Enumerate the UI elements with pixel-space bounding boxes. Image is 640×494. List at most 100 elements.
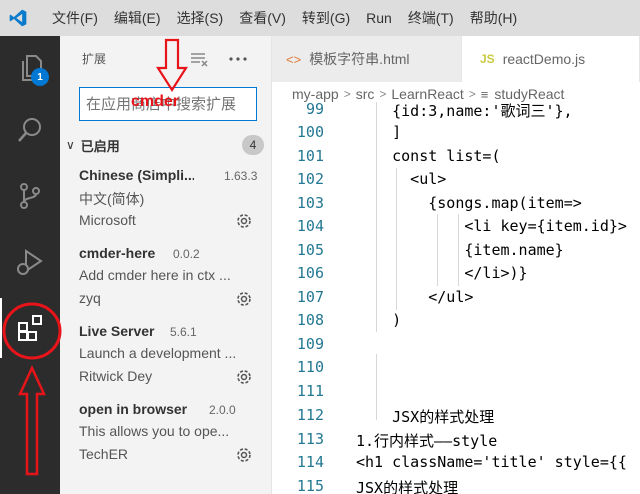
extension-publisher: Microsoft <box>79 212 136 228</box>
tab-reactdemo-js[interactable]: JS reactDemo.js <box>462 36 640 82</box>
gear-icon[interactable] <box>234 289 254 309</box>
run-debug-button[interactable] <box>0 232 60 292</box>
tab-label: 模板字符串.html <box>309 51 410 67</box>
code-line: 105 {item.name} <box>272 241 640 264</box>
code-editor[interactable]: 99 {id:3,name:'歌词三'}, 100 ] 101 const li… <box>272 102 640 494</box>
more-actions-icon[interactable] <box>226 48 250 70</box>
line-number: 113 <box>296 430 324 448</box>
extension-version: 2.0.0 <box>209 403 236 417</box>
breadcrumb-item[interactable]: LearnReact <box>391 86 463 102</box>
code-text: JSX的样式处理 <box>356 408 495 426</box>
code-line: 115 JSX的样式处理 <box>272 477 640 494</box>
gear-icon[interactable] <box>234 211 254 231</box>
chevron-right-icon: > <box>379 87 387 101</box>
code-line: 106 </li>)} <box>272 264 640 287</box>
extension-publisher: Ritwick Dey <box>79 368 153 384</box>
code-line: 110 <box>272 358 640 381</box>
breadcrumb-item[interactable]: studyReact <box>494 86 564 102</box>
line-number: 110 <box>296 358 324 376</box>
extension-name: Chinese (Simpli... <box>79 167 194 183</box>
chevron-right-icon: > <box>468 87 476 101</box>
menu-run[interactable]: Run <box>358 0 400 36</box>
code-line: 103 {songs.map(item=> <box>272 194 640 217</box>
breadcrumb-item[interactable]: my-app <box>292 86 339 102</box>
code-line: 114 <h1 className='title' style={{ <box>272 453 640 476</box>
code-line: 111 <box>272 382 640 405</box>
line-number: 102 <box>296 170 324 188</box>
menu-edit[interactable]: 编辑(E) <box>106 0 169 36</box>
code-text: </li>)} <box>356 264 528 282</box>
extension-item[interactable]: Live Server 5.6.1 Launch a development .… <box>60 323 272 399</box>
code-text: ) <box>356 311 402 329</box>
js-file-icon: JS <box>480 52 495 66</box>
code-line: 113 1.行内样式——style <box>272 430 640 453</box>
sidebar-title: 扩展 <box>82 52 107 66</box>
clear-extensions-icon[interactable] <box>188 48 210 70</box>
extension-item[interactable]: Chinese (Simpli... 1.63.3 中文(简体) Microso… <box>60 167 272 243</box>
extension-item[interactable]: cmder-here 0.0.2 Add cmder here in ctx .… <box>60 245 272 321</box>
code-line: 112 JSX的样式处理 <box>272 406 640 429</box>
line-number: 99 <box>305 102 324 118</box>
breadcrumb-item[interactable]: src <box>356 86 375 102</box>
code-line: 108 ) <box>272 311 640 334</box>
activity-bar: 1 <box>0 36 60 494</box>
search-icon <box>18 118 41 142</box>
explorer-badge: 1 <box>31 68 49 86</box>
section-count-badge: 4 <box>242 135 264 155</box>
line-number: 104 <box>296 217 324 235</box>
line-number: 112 <box>296 406 324 424</box>
code-text: {item.name} <box>356 241 564 259</box>
extensions-button[interactable] <box>0 298 60 358</box>
run-debug-icon <box>17 249 43 275</box>
chevron-down-icon: ∨ <box>66 138 75 152</box>
line-number: 101 <box>296 147 324 165</box>
extension-description: 中文(简体) <box>79 191 145 207</box>
extension-name: Live Server <box>79 323 155 339</box>
explorer-button[interactable]: 1 <box>0 38 60 98</box>
menu-view[interactable]: 查看(V) <box>231 0 294 36</box>
menu-bar: 文件(F) 编辑(E) 选择(S) 查看(V) 转到(G) Run 终端(T) … <box>36 0 525 36</box>
line-number: 103 <box>296 194 324 212</box>
code-text: ] <box>356 123 402 141</box>
code-line: 104 <li key={item.id}> <box>272 217 640 240</box>
menu-selection[interactable]: 选择(S) <box>169 0 232 36</box>
line-number: 105 <box>296 241 324 259</box>
annotation-label: cmder <box>131 93 180 110</box>
title-bar: 文件(F) 编辑(E) 选择(S) 查看(V) 转到(G) Run 终端(T) … <box>0 0 640 36</box>
code-text: {id:3,name:'歌词三'}, <box>356 102 573 120</box>
extension-name: open in browser <box>79 401 188 417</box>
code-text: <li key={item.id}> <box>356 217 627 235</box>
search-button[interactable] <box>0 100 60 160</box>
code-line: 109 <box>272 335 640 358</box>
line-number: 107 <box>296 288 324 306</box>
gear-icon[interactable] <box>234 367 254 387</box>
extension-description: Launch a development ... <box>79 345 237 361</box>
line-number: 115 <box>296 477 324 494</box>
extension-version: 1.63.3 <box>224 169 258 183</box>
menu-go[interactable]: 转到(G) <box>294 0 358 36</box>
source-control-button[interactable] <box>0 166 60 226</box>
line-number: 100 <box>296 123 324 141</box>
section-label: 已启用 <box>80 138 120 154</box>
extension-publisher: TechER <box>79 446 129 462</box>
code-text: 1.行内样式——style <box>356 432 498 450</box>
editor-tabs: <> 模板字符串.html JS reactDemo.js <box>272 36 640 82</box>
line-number: 106 <box>296 264 324 282</box>
code-text: <h1 className='title' style={{ <box>356 453 627 471</box>
tab-template-html[interactable]: <> 模板字符串.html <box>272 36 462 82</box>
code-line: 107 </ul> <box>272 288 640 311</box>
code-text: </ul> <box>356 288 474 306</box>
tab-label: reactDemo.js <box>502 51 586 67</box>
html-file-icon: <> <box>286 51 302 67</box>
gear-icon[interactable] <box>234 445 254 465</box>
extension-item[interactable]: open in browser 2.0.0 This allows you to… <box>60 401 272 477</box>
menu-file[interactable]: 文件(F) <box>36 0 106 36</box>
menu-help[interactable]: 帮助(H) <box>462 0 525 36</box>
extension-version: 0.0.2 <box>173 247 200 261</box>
line-number: 109 <box>296 335 324 353</box>
enabled-section-header[interactable]: ∨ 已启用 4 <box>60 132 272 158</box>
line-number: 114 <box>296 453 324 471</box>
menu-terminal[interactable]: 终端(T) <box>400 0 462 36</box>
code-line: 100 ] <box>272 123 640 146</box>
source-control-icon <box>20 183 40 209</box>
